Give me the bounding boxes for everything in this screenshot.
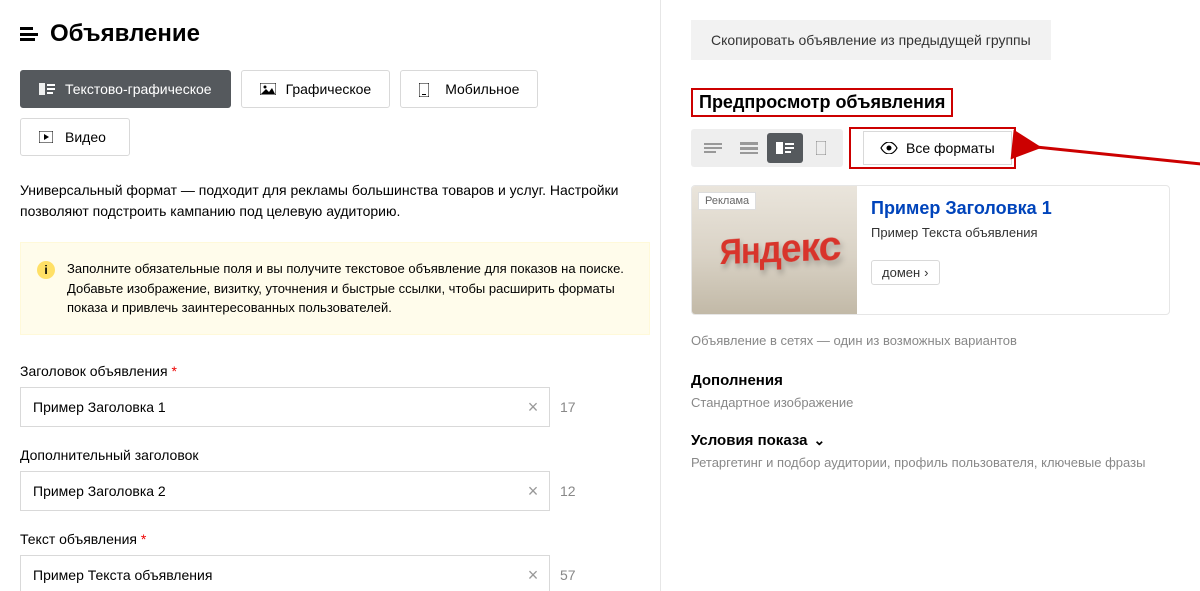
format-list-1[interactable] [695, 133, 731, 163]
tab-text-graphic[interactable]: Текстово-графическое [20, 70, 231, 108]
ad-domain-button[interactable]: домен › [871, 260, 940, 285]
conditions-toggle[interactable]: Условия показа ⌄ [691, 432, 1170, 449]
tab-graphic[interactable]: Графическое [241, 70, 391, 108]
clear-icon[interactable]: × [524, 566, 542, 584]
headline-count: 17 [560, 399, 576, 415]
eye-icon [880, 142, 898, 154]
tab-video[interactable]: Видео [20, 118, 130, 156]
ad-preview-title: Пример Заголовка 1 [871, 198, 1155, 219]
tab-label: Мобильное [445, 81, 519, 97]
tab-mobile[interactable]: Мобильное [400, 70, 538, 108]
copy-from-previous-button[interactable]: Скопировать объявление из предыдущей гру… [691, 20, 1051, 60]
image-icon [260, 83, 276, 95]
ad-preview-image: Реклама Яндекс [692, 186, 857, 314]
ad-preview-text: Пример Текста объявления [871, 225, 1155, 240]
format-toggle-group [691, 129, 843, 167]
warning-box: i Заполните обязательные поля и вы получ… [20, 242, 650, 335]
ad-note: Объявление в сетях — один из возможных в… [691, 333, 1170, 348]
format-list-2[interactable] [731, 133, 767, 163]
all-formats-label: Все форматы [906, 140, 995, 156]
tab-label: Видео [65, 129, 106, 145]
format-card[interactable] [767, 133, 803, 163]
warning-text: Заполните обязательные поля и вы получит… [67, 261, 624, 315]
play-icon [39, 131, 55, 143]
annotation-arrow [1031, 143, 1200, 167]
text-graphic-icon [39, 83, 55, 95]
subheadline-label: Дополнительный заголовок [20, 447, 650, 463]
conditions-subtitle: Ретаргетинг и подбор аудитории, профиль … [691, 455, 1170, 470]
text-label: Текст объявления * [20, 531, 650, 547]
preview-heading: Предпросмотр объявления [691, 88, 953, 117]
headline-input[interactable] [20, 387, 550, 427]
format-mobile[interactable] [803, 133, 839, 163]
subheadline-count: 12 [560, 483, 576, 499]
ad-type-tabs: Текстово-графическое Графическое Мобильн… [20, 70, 650, 156]
format-description: Универсальный формат — подходит для рекл… [20, 180, 650, 222]
tab-label: Текстово-графическое [65, 81, 212, 97]
all-formats-button[interactable]: Все форматы [863, 131, 1012, 165]
page-title: Объявление [50, 20, 200, 48]
additions-subtitle: Стандартное изображение [691, 395, 1170, 410]
clear-icon[interactable]: × [524, 482, 542, 500]
text-input[interactable] [20, 555, 550, 591]
yandex-logo-text: Яндекс [720, 223, 841, 273]
ad-preview-card: Реклама Яндекс Пример Заголовка 1 Пример… [691, 185, 1170, 315]
chevron-right-icon: › [924, 265, 928, 280]
text-count: 57 [560, 567, 576, 583]
tab-label: Графическое [286, 81, 372, 97]
headline-label: Заголовок объявления * [20, 363, 650, 379]
mobile-icon [419, 83, 435, 95]
align-icon[interactable] [20, 27, 38, 41]
clear-icon[interactable]: × [524, 398, 542, 416]
chevron-down-icon: ⌄ [813, 432, 825, 449]
subheadline-input[interactable] [20, 471, 550, 511]
info-icon: i [37, 261, 55, 279]
ad-badge: Реклама [698, 192, 756, 210]
additions-title: Дополнения [691, 372, 1170, 389]
